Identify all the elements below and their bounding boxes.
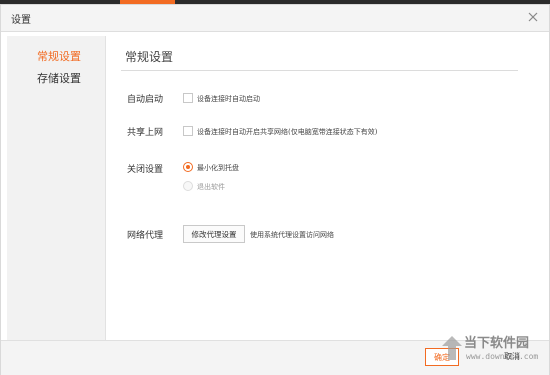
settings-content: 常规设置 自动启动 设备连接时自动启动 共享上网 设备连接时自动开启共享网络(仅… [105, 36, 545, 340]
proxy-hint: 使用系统代理设置访问网络 [250, 231, 334, 239]
exit-software-text: 退出软件 [197, 183, 225, 191]
minimize-to-tray-radio[interactable] [183, 162, 193, 172]
watermark: 当下软件园 www.downxia.com [438, 330, 546, 370]
proxy-label: 网络代理 [127, 231, 164, 241]
dialog-title: 设置 [11, 15, 31, 26]
share-label: 共享上网 [127, 128, 164, 138]
section-title: 常规设置 [125, 50, 174, 64]
modify-proxy-button[interactable]: 修改代理设置 [183, 225, 245, 243]
sidebar-item-general[interactable]: 常规设置 [37, 48, 81, 64]
watermark-text-en: www.downxia.com [466, 352, 539, 361]
settings-sidebar: 常规设置 存储设置 [7, 36, 106, 340]
close-icon[interactable] [525, 9, 541, 25]
close-setting-label: 关闭设置 [127, 165, 164, 175]
autostart-checkbox[interactable] [183, 93, 193, 103]
title-bar: 设置 [1, 5, 549, 32]
minimize-to-tray-text: 最小化到托盘 [197, 164, 239, 172]
autostart-label: 自动启动 [127, 95, 164, 105]
share-network-checkbox[interactable] [183, 126, 193, 136]
exit-software-radio[interactable] [183, 181, 193, 191]
settings-dialog: 设置 常规设置 存储设置 常规设置 自动启动 设备连接时自动启动 共享上网 设备… [0, 4, 550, 375]
download-logo-icon [442, 336, 462, 360]
sidebar-item-storage[interactable]: 存储设置 [37, 70, 81, 86]
section-divider [121, 70, 518, 71]
watermark-text-cn: 当下软件园 [464, 336, 530, 351]
share-option-text: 设备连接时自动开启共享网络(仅电脑宽带连接状态下有效) [197, 128, 378, 136]
autostart-option-text: 设备连接时自动启动 [197, 95, 260, 103]
